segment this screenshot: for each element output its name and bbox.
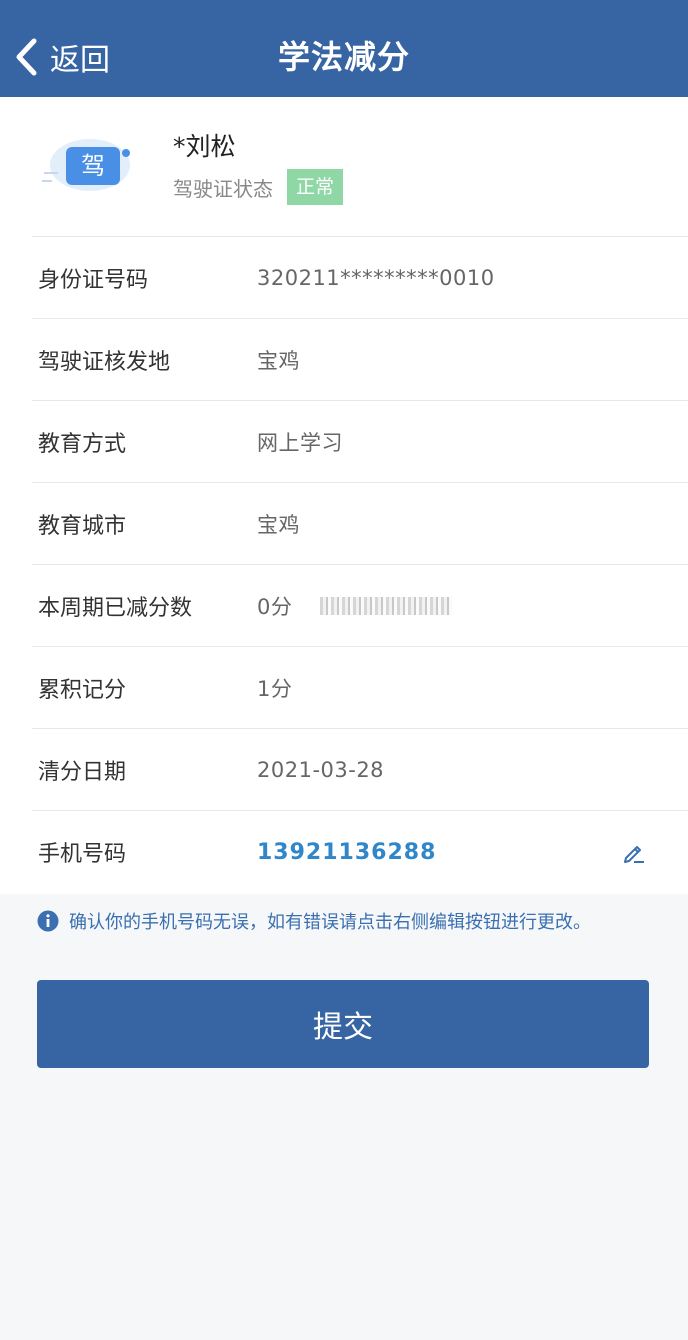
row-label: 身份证号码 [38, 268, 149, 293]
row-value: 网上学习 [257, 431, 343, 455]
submit-button[interactable]: 提交 [37, 980, 649, 1068]
row-value: 宝鸡 [257, 349, 300, 373]
row-accumulated-points: 累积记分 1分 [32, 646, 688, 729]
row-label: 手机号码 [38, 842, 127, 867]
phone-number: 13921136288 [257, 839, 437, 865]
license-status: 驾驶证状态 正常 [173, 169, 344, 205]
row-label: 清分日期 [38, 760, 127, 785]
info-card: 驾 *刘松 驾驶证状态 正常 身份证号码 320211*********0010… [0, 97, 688, 894]
row-value: 宝鸡 [257, 513, 300, 537]
row-education-method: 教育方式 网上学习 [32, 400, 688, 483]
row-label: 驾驶证核发地 [38, 350, 171, 375]
info-icon [37, 910, 59, 932]
row-label: 累积记分 [38, 678, 127, 703]
row-value: 320211*********0010 [257, 266, 495, 290]
row-education-city: 教育城市 宝鸡 [32, 482, 688, 565]
notice-text: 确认你的手机号码无误，如有错误请点击右侧编辑按钮进行更改。 [69, 912, 591, 933]
edit-pencil-icon[interactable] [622, 840, 646, 864]
status-badge: 正常 [287, 169, 344, 205]
license-icon-char: 驾 [81, 152, 105, 180]
driver-license-icon: 驾 [42, 139, 130, 191]
blurred-text [320, 597, 452, 615]
row-clear-date: 清分日期 2021-03-28 [32, 728, 688, 811]
row-label: 教育城市 [38, 514, 127, 539]
driver-name: *刘松 [173, 132, 236, 161]
profile-section: 驾 *刘松 驾驶证状态 正常 [0, 97, 688, 236]
row-license-issuer: 驾驶证核发地 宝鸡 [32, 318, 688, 401]
row-label: 教育方式 [38, 432, 127, 457]
row-value: 0分 [257, 595, 293, 619]
row-phone-number: 手机号码 13921136288 [32, 810, 688, 893]
row-value: 2021-03-28 [257, 758, 385, 782]
phone-notice: 确认你的手机号码无误，如有错误请点击右侧编辑按钮进行更改。 [37, 908, 677, 934]
row-points-reduced: 本周期已减分数 0分 [32, 564, 688, 647]
nav-bar: 返回 学法减分 [0, 0, 688, 97]
status-label: 驾驶证状态 [173, 176, 273, 201]
row-id-number: 身份证号码 320211*********0010 [32, 236, 688, 319]
row-value: 1分 [257, 677, 293, 701]
page-title: 学法减分 [277, 38, 410, 76]
row-label: 本周期已减分数 [38, 596, 193, 621]
